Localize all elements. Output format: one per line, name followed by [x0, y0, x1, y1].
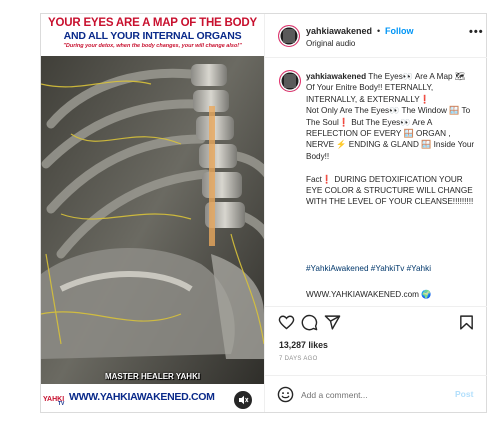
- header-separator: •: [377, 26, 381, 36]
- caption-text: yahkiawakened The Eyes👀 Are A Map 🗺 Of Y…: [306, 71, 476, 208]
- video-footer-banner: YAHKI TV WWW.YAHKIAWAKENED.COM: [41, 384, 264, 412]
- comment-input[interactable]: [301, 388, 441, 402]
- action-bar: [265, 306, 487, 336]
- post-video[interactable]: YOUR EYES ARE A MAP OF THE BODY AND ALL …: [41, 14, 264, 412]
- post-header: yahkiawakened • Follow Original audio ••…: [265, 14, 487, 58]
- page-background-top: [0, 0, 503, 13]
- likes-count[interactable]: 13,287 likes: [279, 340, 328, 350]
- comment-icon[interactable]: [301, 314, 318, 331]
- smiley-icon[interactable]: [277, 386, 294, 403]
- post-caption: yahkiawakened The Eyes👀 Are A Map 🗺 Of Y…: [265, 58, 487, 304]
- post-side-panel: yahkiawakened • Follow Original audio ••…: [264, 14, 487, 412]
- speaker-muted-icon[interactable]: [234, 391, 252, 409]
- page-background-bottom: [0, 413, 503, 429]
- avatar-figure: [284, 74, 296, 88]
- caption-author-avatar[interactable]: [279, 70, 301, 92]
- page-background-left: [0, 0, 40, 429]
- video-footer-url: WWW.YAHKIAWAKENED.COM: [69, 391, 215, 403]
- avatar-figure: [283, 29, 295, 43]
- banner-subtitle: "During your detox, when the body change…: [63, 43, 242, 49]
- video-healer-label: MASTER HEALER YAHKI: [104, 372, 201, 381]
- author-avatar[interactable]: [278, 25, 300, 47]
- post-timestamp[interactable]: 7 DAYS AGO: [279, 356, 318, 362]
- banner-title-line2: AND ALL YOUR INTERNAL ORGANS: [63, 30, 242, 42]
- share-icon[interactable]: [324, 314, 341, 331]
- yahki-tv-logo: YAHKI TV: [43, 392, 67, 406]
- caption-username[interactable]: yahkiawakened: [306, 72, 366, 81]
- caption-hashtags[interactable]: #YahkiAwakened #YahkiTv #Yahki: [306, 264, 476, 273]
- follow-button[interactable]: Follow: [385, 26, 414, 36]
- heart-icon[interactable]: [278, 314, 295, 331]
- banner-title-line1: YOUR EYES ARE A MAP OF THE BODY: [48, 17, 257, 29]
- original-audio-link[interactable]: Original audio: [306, 39, 355, 48]
- svg-text:TV: TV: [58, 401, 65, 406]
- bookmark-icon[interactable]: [458, 314, 475, 331]
- post-comment-button[interactable]: Post: [455, 389, 473, 399]
- video-title-banner: YOUR EYES ARE A MAP OF THE BODY AND ALL …: [41, 14, 264, 56]
- more-horizontal-icon[interactable]: •••: [469, 26, 484, 38]
- video-frame-skeleton: [41, 14, 264, 412]
- author-username[interactable]: yahkiawakened: [306, 26, 372, 36]
- instagram-post: YOUR EYES ARE A MAP OF THE BODY AND ALL …: [40, 13, 487, 413]
- caption-body: The Eyes👀 Are A Map 🗺 Of Your Enitre Bod…: [306, 72, 475, 207]
- caption-website: WWW.YAHKIAWAKENED.com 🌍: [306, 290, 432, 299]
- comment-composer: Post: [265, 375, 487, 412]
